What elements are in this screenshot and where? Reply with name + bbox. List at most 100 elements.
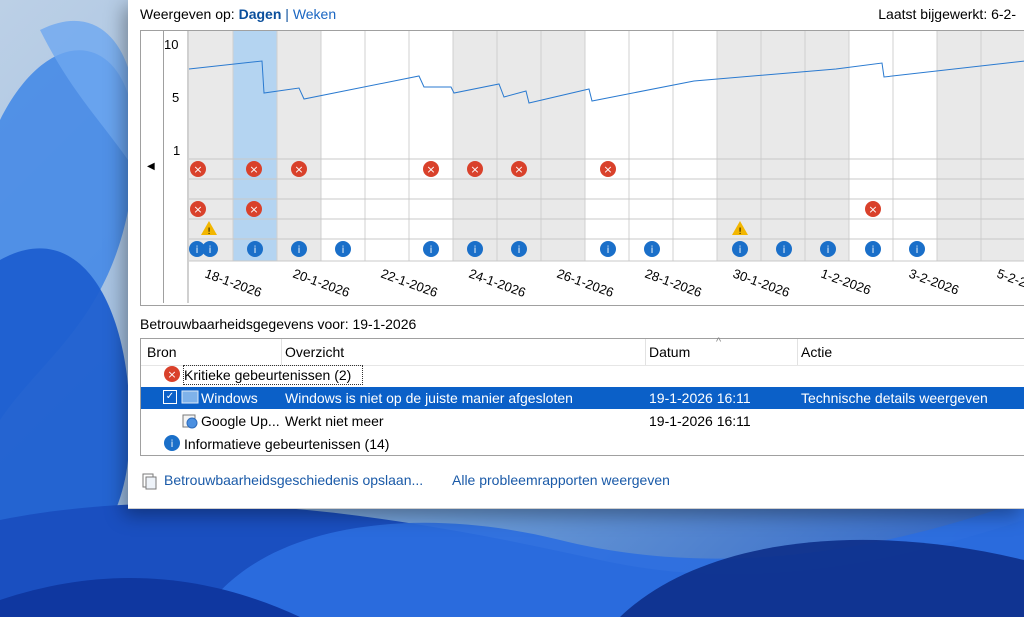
info-icon: i [423,241,439,257]
svg-text:i: i [739,245,742,256]
info-icon: i [600,241,616,257]
svg-text:i: i [518,245,521,256]
info-icon: i [247,241,263,257]
critical-icon: × [865,201,881,217]
y-tick-10: 10 [164,37,178,52]
info-icon: i [511,241,527,257]
date-label: 18-1-2026 [203,266,264,300]
svg-text:×: × [470,163,479,176]
info-group-label: Informatieve gebeurtenissen (14) [184,436,390,452]
row-source: Google Up... [201,413,280,429]
chevron-left-icon[interactable]: ◀ [147,161,155,172]
date-label: 24-1-2026 [467,266,528,300]
svg-text:×: × [249,163,258,176]
svg-text:×: × [868,203,877,216]
google-updater-icon [182,414,198,429]
svg-text:×: × [249,203,258,216]
table-row[interactable]: Google Up... Werkt niet meer 19-1-2026 1… [141,410,1024,432]
svg-text:i: i [783,245,786,256]
critical-icon: × [246,161,262,177]
svg-text:!: ! [207,227,211,237]
selected-day-column[interactable] [233,31,277,261]
table-header: Bron Overzicht Datum ^ Actie [141,336,1024,366]
info-icon: i [865,241,881,257]
stability-chart-svg[interactable]: 10 5 1 × × × × × × × × × × ! ! i i i i i… [164,31,1024,303]
critical-icon: × [164,366,180,382]
info-icon: i [291,241,307,257]
info-icon: i [467,241,483,257]
svg-text:i: i [254,245,257,256]
column-summary[interactable]: Overzicht [285,344,344,360]
windows-app-icon [181,390,199,404]
svg-text:i: i [872,245,875,256]
date-label: 1-2-2026 [819,266,873,298]
row-summary: Windows is niet op de juiste manier afge… [285,390,573,406]
view-separator: | [285,6,289,22]
day-columns [189,31,1024,261]
svg-text:×: × [167,368,176,381]
date-axis: 18-1-2026 20-1-2026 22-1-2026 24-1-2026 … [203,266,1024,300]
info-icon: i [820,241,836,257]
save-document-icon [142,473,157,490]
info-icon: i [164,435,180,451]
view-days-link[interactable]: Dagen [239,6,282,22]
date-label: 28-1-2026 [643,266,704,300]
info-icon: i [644,241,660,257]
row-date: 19-1-2026 16:11 [649,390,751,406]
critical-icon: × [600,161,616,177]
save-history-link[interactable]: Betrouwbaarheidsgeschiedenis opslaan... [164,472,423,488]
reliability-monitor-window: Weergeven op: Dagen | Weken Laatst bijge… [128,0,1024,509]
sort-ascending-icon: ^ [716,336,722,348]
svg-text:i: i [827,245,830,256]
y-tick-5: 5 [172,90,179,105]
reliability-chart[interactable]: ◀ 10 5 1 × × × × × × × × × × ! ! i i i i… [140,30,1024,306]
last-updated-text: Laatst bijgewerkt: 6-2- [878,6,1016,22]
svg-text:i: i [196,245,199,256]
svg-text:i: i [171,439,174,450]
date-label: 20-1-2026 [291,266,352,300]
critical-icon: × [291,161,307,177]
svg-text:i: i [916,245,919,256]
y-tick-1: 1 [173,143,180,158]
row-date: 19-1-2026 16:11 [649,413,751,429]
critical-icon: × [423,161,439,177]
date-label: 5-2-2 [995,266,1024,290]
svg-text:×: × [426,163,435,176]
date-label: 26-1-2026 [555,266,616,300]
info-icon: i [776,241,792,257]
column-action[interactable]: Actie [801,344,832,360]
svg-text:×: × [514,163,523,176]
critical-icon: × [190,201,206,217]
svg-text:!: ! [738,227,742,237]
info-icon: i [909,241,925,257]
svg-text:i: i [651,245,654,256]
table-row[interactable]: ✓ Windows Windows is niet op de juiste m… [141,387,1024,409]
critical-icon: × [246,201,262,217]
view-toolbar: Weergeven op: Dagen | Weken Laatst bijge… [140,6,1024,24]
critical-icon: × [467,161,483,177]
column-source[interactable]: Bron [147,344,177,360]
svg-text:×: × [294,163,303,176]
technical-details-link[interactable]: Technische details weergeven [801,390,988,406]
svg-text:i: i [342,245,345,256]
all-reports-link[interactable]: Alle probleemrapporten weergeven [452,472,670,488]
critical-group-label: Kritieke gebeurtenissen (2) [184,367,352,383]
column-date[interactable]: Datum [649,344,690,360]
svg-text:×: × [603,163,612,176]
svg-text:×: × [193,163,202,176]
row-summary: Werkt niet meer [285,413,384,429]
svg-text:i: i [607,245,610,256]
info-icon: i [732,241,748,257]
date-label: 30-1-2026 [731,266,792,300]
details-title: Betrouwbaarheidsgegevens voor: 19-1-2026 [140,316,417,332]
date-label: 22-1-2026 [379,266,440,300]
critical-icon: × [511,161,527,177]
info-icon: i [335,241,351,257]
date-label: 3-2-2026 [907,266,961,298]
view-weeks-link[interactable]: Weken [293,6,336,22]
row-source: Windows [201,390,258,406]
svg-text:i: i [474,245,477,256]
event-details-table: Bron Overzicht Datum ^ Actie × Kritieke … [140,336,1024,456]
chart-scroll-left[interactable]: ◀ [141,31,164,303]
checked-icon[interactable]: ✓ [163,390,177,404]
